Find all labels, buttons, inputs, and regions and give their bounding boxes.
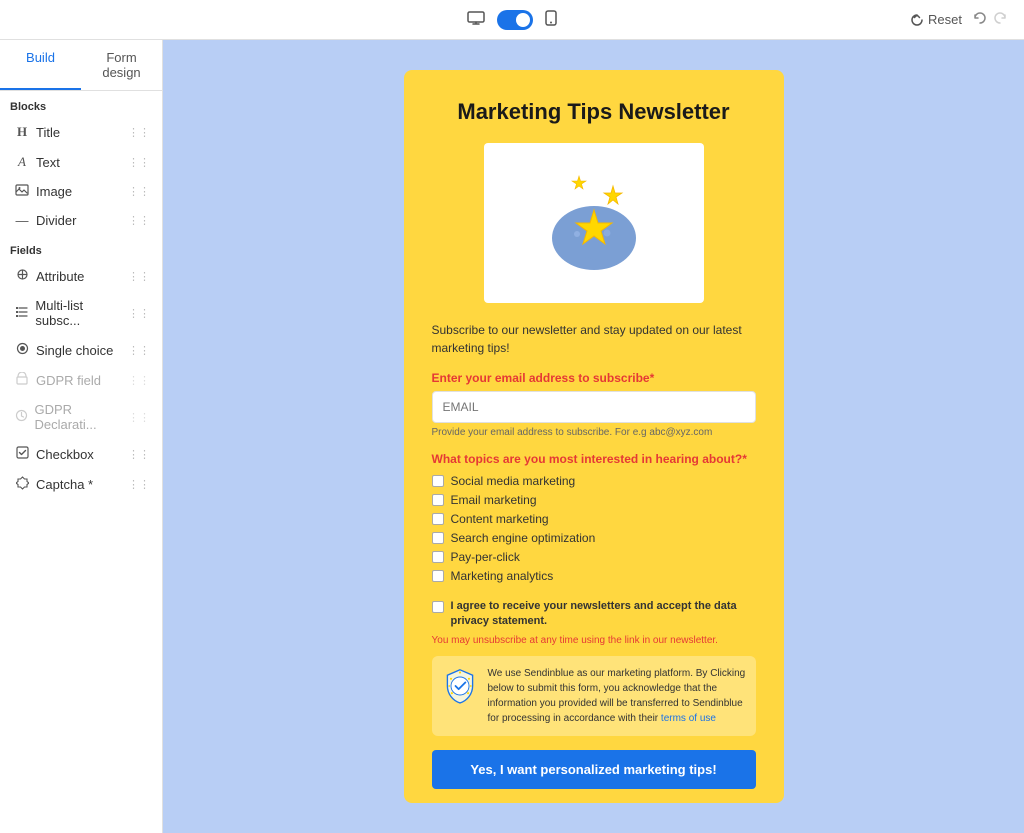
topics-list: Social media marketing Email marketing C… xyxy=(432,474,756,583)
text-icon: A xyxy=(14,154,30,170)
drag-handle: ⋮⋮ xyxy=(128,448,150,461)
device-switcher xyxy=(467,10,557,30)
canvas-area: Marketing Tips Newsletter xyxy=(163,40,1024,833)
main-layout: Build Form design Blocks H Title ⋮⋮ A Te… xyxy=(0,40,1024,833)
sidebar-item-title[interactable]: H Title ⋮⋮ xyxy=(4,118,158,146)
undo-redo-group xyxy=(972,10,1008,29)
captcha-icon xyxy=(14,476,30,493)
form-title: Marketing Tips Newsletter xyxy=(432,98,756,127)
form-description: Subscribe to our newsletter and stay upd… xyxy=(432,321,756,357)
sidebar-item-gdpr-declaration[interactable]: GDPR Declarati... ⋮⋮ xyxy=(4,396,158,438)
terms-link[interactable]: terms of use xyxy=(661,713,716,724)
topic-item: Marketing analytics xyxy=(432,569,756,583)
blocks-section-label: Blocks xyxy=(0,91,162,117)
gdpr-declaration-icon xyxy=(14,409,28,425)
undo-button[interactable] xyxy=(972,10,988,29)
email-field-label: Enter your email address to subscribe* xyxy=(432,371,756,385)
gdpr-checkbox[interactable] xyxy=(432,601,444,613)
top-bar-actions: Reset xyxy=(910,10,1008,29)
drag-handle: ⋮⋮ xyxy=(128,126,150,139)
top-bar: Reset xyxy=(0,0,1024,40)
device-toggle[interactable] xyxy=(497,10,533,30)
title-icon: H xyxy=(14,124,30,140)
drag-handle: ⋮⋮ xyxy=(128,307,150,320)
brevo-shield-icon xyxy=(442,668,478,704)
mobile-icon[interactable] xyxy=(545,10,557,29)
sidebar-item-captcha[interactable]: Captcha * ⋮⋮ xyxy=(4,470,158,499)
sidebar-item-multilist[interactable]: Multi-list subsc... ⋮⋮ xyxy=(4,292,158,334)
gdpr-section: I agree to receive your newsletters and … xyxy=(432,595,756,647)
checkbox-icon xyxy=(14,446,30,462)
divider-icon: — xyxy=(14,213,30,228)
gdpr-field-icon xyxy=(14,372,30,388)
drag-handle: ⋮⋮ xyxy=(128,214,150,227)
reset-button[interactable]: Reset xyxy=(910,12,962,27)
gdpr-hint: You may unsubscribe at any time using th… xyxy=(432,635,756,646)
desktop-icon[interactable] xyxy=(467,11,485,28)
image-icon xyxy=(14,184,30,199)
sidebar: Build Form design Blocks H Title ⋮⋮ A Te… xyxy=(0,40,163,833)
topic-item: Content marketing xyxy=(432,512,756,526)
sidebar-item-checkbox[interactable]: Checkbox ⋮⋮ xyxy=(4,440,158,468)
topic-item: Social media marketing xyxy=(432,474,756,488)
drag-handle: ⋮⋮ xyxy=(128,156,150,169)
drag-handle: ⋮⋮ xyxy=(128,270,150,283)
drag-handle: ⋮⋮ xyxy=(128,344,150,357)
sidebar-item-attribute[interactable]: Attribute ⋮⋮ xyxy=(4,262,158,290)
topic-item: Search engine optimization xyxy=(432,531,756,545)
sidebar-item-divider[interactable]: — Divider ⋮⋮ xyxy=(4,207,158,234)
email-input[interactable] xyxy=(432,391,756,423)
sidebar-item-text[interactable]: A Text ⋮⋮ xyxy=(4,148,158,176)
attribute-icon xyxy=(14,268,30,284)
fields-section-label: Fields xyxy=(0,235,162,261)
checkbox-email[interactable] xyxy=(432,494,444,506)
drag-handle: ⋮⋮ xyxy=(128,185,150,198)
sidebar-item-image[interactable]: Image ⋮⋮ xyxy=(4,178,158,205)
sidebar-tabs: Build Form design xyxy=(0,40,162,91)
drag-handle: ⋮⋮ xyxy=(128,478,150,491)
checkbox-ppc[interactable] xyxy=(432,551,444,563)
redo-button[interactable] xyxy=(992,10,1008,29)
tab-build[interactable]: Build xyxy=(0,40,81,90)
form-card: Marketing Tips Newsletter xyxy=(404,70,784,803)
gdpr-checkbox-row: I agree to receive your newsletters and … xyxy=(432,599,756,630)
single-choice-icon xyxy=(14,342,30,358)
drag-handle: ⋮⋮ xyxy=(128,411,150,424)
checkbox-social[interactable] xyxy=(432,475,444,487)
sidebar-item-gdpr-field[interactable]: GDPR field ⋮⋮ xyxy=(4,366,158,394)
tab-form-design[interactable]: Form design xyxy=(81,40,162,90)
checkbox-seo[interactable] xyxy=(432,532,444,544)
topic-item: Pay-per-click xyxy=(432,550,756,564)
sidebar-item-single-choice[interactable]: Single choice ⋮⋮ xyxy=(4,336,158,364)
form-image xyxy=(484,143,704,303)
multilist-icon xyxy=(14,306,29,321)
checkbox-content[interactable] xyxy=(432,513,444,525)
checkbox-analytics[interactable] xyxy=(432,570,444,582)
topic-item: Email marketing xyxy=(432,493,756,507)
brevo-text: We use Sendinblue as our marketing platf… xyxy=(488,666,746,726)
submit-button[interactable]: Yes, I want personalized marketing tips! xyxy=(432,750,756,789)
drag-handle: ⋮⋮ xyxy=(128,374,150,387)
brevo-notice: We use Sendinblue as our marketing platf… xyxy=(432,656,756,736)
topics-label: What topics are you most interested in h… xyxy=(432,452,756,466)
email-hint: Provide your email address to subscribe.… xyxy=(432,427,756,438)
